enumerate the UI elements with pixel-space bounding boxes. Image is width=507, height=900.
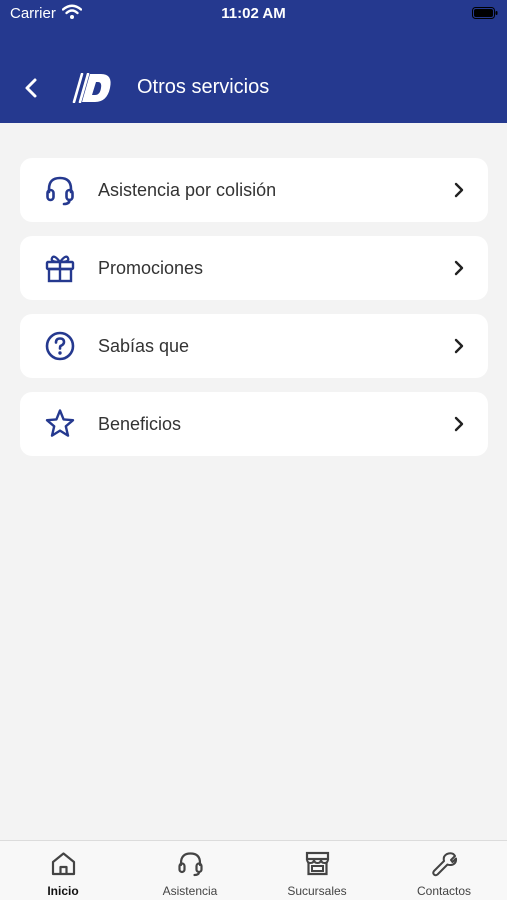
chevron-left-icon[interactable]	[18, 74, 46, 102]
tab-label: Inicio	[47, 884, 79, 898]
brand-logo	[72, 73, 111, 103]
tab-label: Sucursales	[287, 884, 347, 898]
navigation-bar: Otros servicios	[0, 60, 507, 116]
tab-asistencia[interactable]: Asistencia	[127, 841, 253, 900]
menu-item-label: Asistencia por colisión	[98, 180, 277, 200]
chevron-right-icon	[454, 338, 464, 354]
page-title: Otros servicios	[137, 76, 270, 98]
menu-item-sabias-que[interactable]: Sabías que	[20, 314, 488, 378]
header-bar: Carrier 11:02 AM Otros servicios	[0, 0, 507, 123]
wrench-icon	[432, 852, 458, 877]
tab-label: Contactos	[416, 884, 472, 898]
tab-sucursales[interactable]: Sucursales	[254, 841, 380, 900]
chevron-right-icon	[454, 416, 464, 432]
battery-icon	[472, 7, 498, 19]
menu-item-beneficios[interactable]: Beneficios	[20, 392, 488, 456]
tab-bar: Inicio Asistencia Sucursales Contactos	[0, 840, 507, 900]
question-circle-icon	[45, 331, 75, 361]
home-icon	[51, 852, 76, 876]
menu-item-asistencia[interactable]: Asistencia por colisión	[20, 158, 488, 222]
store-icon	[305, 851, 330, 876]
tab-inicio[interactable]: Inicio	[0, 841, 126, 900]
chevron-right-icon	[454, 260, 464, 276]
services-list: Asistencia por colisión Promociones Sabí…	[20, 158, 488, 470]
headset-icon	[46, 176, 74, 206]
menu-item-label: Beneficios	[98, 414, 182, 434]
headset-icon	[178, 852, 203, 877]
chevron-right-icon	[454, 182, 464, 198]
status-bar: Carrier 11:02 AM	[0, 0, 507, 28]
tab-contactos[interactable]: Contactos	[381, 841, 507, 900]
star-icon	[45, 409, 75, 437]
tab-label: Asistencia	[162, 884, 218, 898]
menu-item-label: Promociones	[98, 258, 204, 278]
menu-item-promociones[interactable]: Promociones	[20, 236, 488, 300]
gift-icon	[45, 255, 75, 283]
menu-item-label: Sabías que	[98, 336, 190, 356]
clock: 11:02 AM	[221, 5, 286, 22]
